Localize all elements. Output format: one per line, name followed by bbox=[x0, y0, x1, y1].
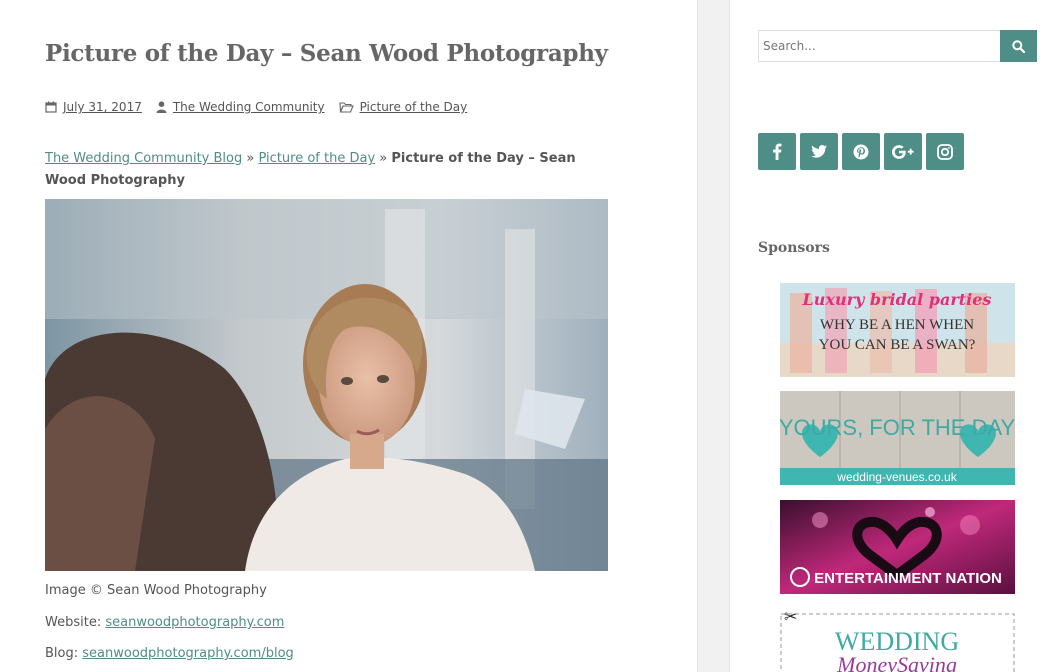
main-content: Picture of the Day – Sean Wood Photograp… bbox=[0, 0, 698, 672]
ad1-line2: WHY BE A HEN WHEN bbox=[820, 317, 974, 333]
post-date: July 31, 2017 bbox=[45, 100, 142, 114]
google-plus-icon bbox=[892, 144, 914, 159]
post-category: Picture of the Day bbox=[338, 100, 468, 114]
website-link[interactable]: seanwoodphotography.com bbox=[105, 615, 284, 630]
sponsor-ad-entertainment-nation[interactable]: ENTERTAINMENT NATION bbox=[780, 500, 1015, 594]
breadcrumb-separator: » bbox=[379, 151, 388, 166]
facebook-button[interactable] bbox=[758, 133, 796, 170]
scissors-icon: ✂ bbox=[784, 608, 797, 626]
search-icon bbox=[1012, 39, 1025, 53]
ad2-line2: wedding-venues.co.uk bbox=[836, 470, 957, 484]
post-author-link[interactable]: The Wedding Community bbox=[173, 100, 325, 114]
website-line: Website: seanwoodphotography.com bbox=[45, 615, 284, 630]
featured-photo bbox=[45, 199, 608, 571]
sidebar: Sponsors Luxury bridal parties WHY BE A … bbox=[729, 0, 1057, 672]
blog-label: Blog: bbox=[45, 646, 79, 661]
post-title: Picture of the Day – Sean Wood Photograp… bbox=[45, 40, 608, 67]
search-form bbox=[758, 30, 1037, 62]
post-date-link[interactable]: July 31, 2017 bbox=[63, 100, 142, 114]
facebook-icon bbox=[773, 143, 782, 160]
user-icon bbox=[156, 101, 167, 113]
ad3-line1: ENTERTAINMENT NATION bbox=[814, 570, 1002, 587]
search-input[interactable] bbox=[758, 30, 1000, 62]
sponsor-ad-wedding-venues[interactable]: YOURS, FOR THE DAY wedding-venues.co.uk bbox=[780, 391, 1015, 485]
social-links bbox=[758, 133, 968, 170]
blog-line: Blog: seanwoodphotography.com/blog bbox=[45, 646, 294, 661]
folder-icon bbox=[338, 102, 354, 113]
google-plus-button[interactable] bbox=[884, 133, 922, 170]
instagram-button[interactable] bbox=[926, 133, 964, 170]
sponsor-ad-wedding-money-saving[interactable]: ✂ WEDDING MoneySaving bbox=[780, 608, 1015, 672]
pinterest-button[interactable] bbox=[842, 133, 880, 170]
instagram-icon bbox=[937, 143, 953, 160]
post-author: The Wedding Community bbox=[156, 100, 325, 114]
breadcrumb-separator: » bbox=[246, 151, 255, 166]
twitter-icon bbox=[811, 145, 827, 158]
sponsors-heading: Sponsors bbox=[758, 240, 830, 256]
calendar-icon bbox=[45, 101, 57, 113]
search-button[interactable] bbox=[1000, 30, 1037, 62]
twitter-button[interactable] bbox=[800, 133, 838, 170]
post-meta: July 31, 2017 The Wedding Community Pict… bbox=[45, 100, 481, 114]
breadcrumb-category[interactable]: Picture of the Day bbox=[259, 151, 376, 166]
ad4-line2: MoneySaving bbox=[836, 652, 957, 672]
blog-link[interactable]: seanwoodphotography.com/blog bbox=[82, 646, 294, 661]
ad2-line1: YOURS, FOR THE DAY bbox=[780, 415, 1015, 440]
photo-credit: Image © Sean Wood Photography bbox=[45, 583, 267, 598]
post-category-link[interactable]: Picture of the Day bbox=[360, 100, 468, 114]
sponsor-ad-bridal-parties[interactable]: Luxury bridal parties WHY BE A HEN WHEN … bbox=[780, 283, 1015, 377]
breadcrumb-home[interactable]: The Wedding Community Blog bbox=[45, 151, 242, 166]
breadcrumb: The Wedding Community Blog » Picture of … bbox=[45, 148, 605, 192]
ad1-line3: YOU CAN BE A SWAN? bbox=[819, 337, 976, 353]
pinterest-icon bbox=[853, 144, 869, 159]
ad1-line1: Luxury bridal parties bbox=[802, 290, 992, 309]
website-label: Website: bbox=[45, 615, 102, 630]
